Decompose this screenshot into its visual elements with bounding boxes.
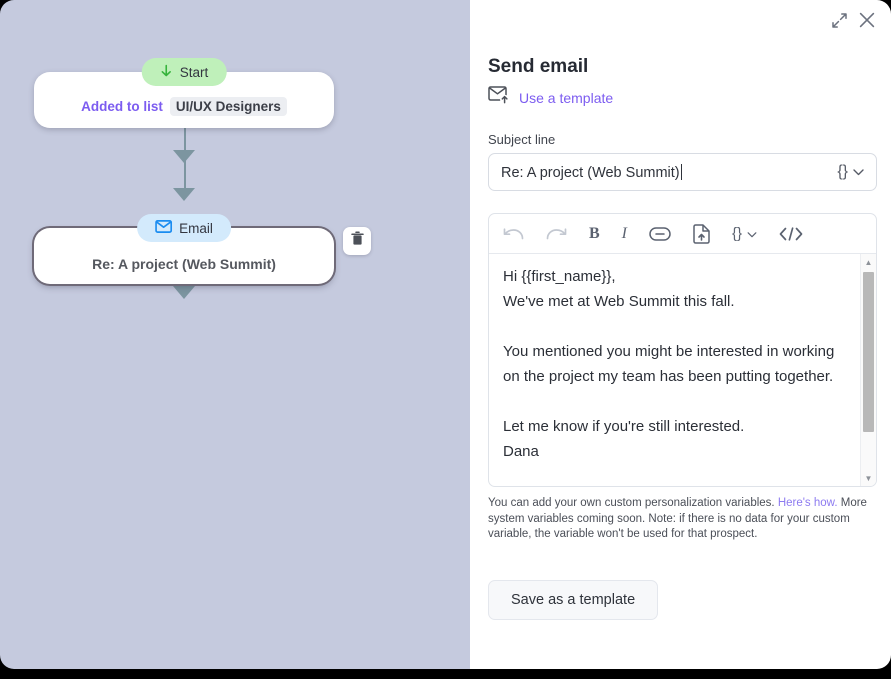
start-node-trigger-label: Added to list: [81, 99, 163, 114]
bold-icon[interactable]: B: [589, 223, 600, 245]
subject-input[interactable]: Re: A project (Web Summit): [501, 163, 837, 181]
start-node-badge: Start: [141, 58, 227, 86]
scrollbar-thumb[interactable]: [863, 272, 874, 432]
envelope-icon: [155, 220, 173, 236]
attach-file-icon[interactable]: [693, 223, 710, 245]
flow-node-start[interactable]: Start Added to list UI/UX Designers: [34, 58, 334, 128]
editor-scrollbar[interactable]: ▲ ▼: [860, 254, 876, 486]
scroll-down-icon[interactable]: ▼: [861, 471, 876, 485]
subject-line-label: Subject line: [488, 132, 556, 147]
flow-connector-arrow-bottom: [173, 286, 195, 299]
variable-icon[interactable]: {}: [732, 223, 757, 245]
link-icon[interactable]: [649, 223, 671, 245]
email-node-badge: Email: [137, 214, 231, 242]
subject-input-wrapper[interactable]: Re: A project (Web Summit) {}: [488, 153, 877, 191]
send-email-side-panel: Send email Use a template Subject line R…: [470, 0, 891, 669]
redo-icon[interactable]: [546, 223, 567, 245]
editor-toolbar: B I {}: [489, 214, 876, 254]
italic-icon[interactable]: I: [622, 223, 627, 245]
panel-content: Send email Use a template Subject line R…: [488, 56, 877, 620]
subject-input-value: Re: A project (Web Summit): [501, 164, 680, 181]
close-icon[interactable]: [859, 12, 875, 28]
text-caret: [680, 163, 682, 180]
undo-icon[interactable]: [503, 223, 524, 245]
scroll-up-icon[interactable]: ▲: [861, 255, 876, 269]
variable-braces-icon: {}: [837, 163, 848, 180]
save-as-template-button[interactable]: Save as a template: [488, 580, 659, 620]
app-root: Start Added to list UI/UX Designers Emai…: [0, 0, 891, 679]
use-template-link[interactable]: Use a template: [519, 90, 613, 106]
chevron-down-icon: [853, 163, 864, 181]
variable-braces-label: {}: [732, 225, 743, 242]
use-template-row[interactable]: Use a template: [488, 86, 877, 110]
heres-how-link[interactable]: Here's how.: [778, 497, 838, 509]
flow-canvas[interactable]: Start Added to list UI/UX Designers Emai…: [0, 0, 470, 669]
page-title: Send email: [488, 56, 589, 77]
arrow-down-icon: [160, 64, 173, 81]
start-node-list-chip: UI/UX Designers: [169, 97, 287, 116]
email-node-card[interactable]: Email Re: A project (Web Summit): [34, 214, 334, 284]
flow-connector-arrow-mid: [173, 150, 195, 163]
flow-node-email[interactable]: Email Re: A project (Web Summit): [34, 214, 334, 284]
helper-text-part-1: You can add your own custom personalizat…: [488, 497, 778, 509]
panel-action-group: [832, 12, 875, 28]
subject-variable-dropdown[interactable]: {}: [837, 163, 864, 181]
email-body-input[interactable]: Hi {{first_name}}, We've met at Web Summ…: [489, 254, 860, 486]
envelope-upload-icon: [488, 86, 510, 110]
start-node-body: Added to list UI/UX Designers: [81, 97, 287, 116]
start-node-card[interactable]: Start Added to list UI/UX Designers: [34, 58, 334, 128]
email-node-badge-label: Email: [179, 220, 213, 236]
flow-connector-arrow-into-email: [173, 188, 195, 201]
email-body-editor: B I {} Hi {{first_name}}, We've met at W…: [488, 213, 877, 487]
trash-icon: [350, 231, 364, 251]
email-node-body: Re: A project (Web Summit): [92, 256, 276, 272]
editor-body-wrapper: Hi {{first_name}}, We've met at Web Summ…: [489, 254, 876, 486]
expand-arrows-icon[interactable]: [832, 12, 847, 28]
code-view-icon[interactable]: [779, 223, 803, 245]
delete-node-button[interactable]: [343, 227, 371, 255]
start-node-badge-label: Start: [179, 64, 209, 80]
email-node-subject: Re: A project (Web Summit): [92, 256, 276, 272]
personalization-helper-text: You can add your own custom personalizat…: [488, 496, 877, 543]
chevron-down-icon: [747, 225, 757, 242]
